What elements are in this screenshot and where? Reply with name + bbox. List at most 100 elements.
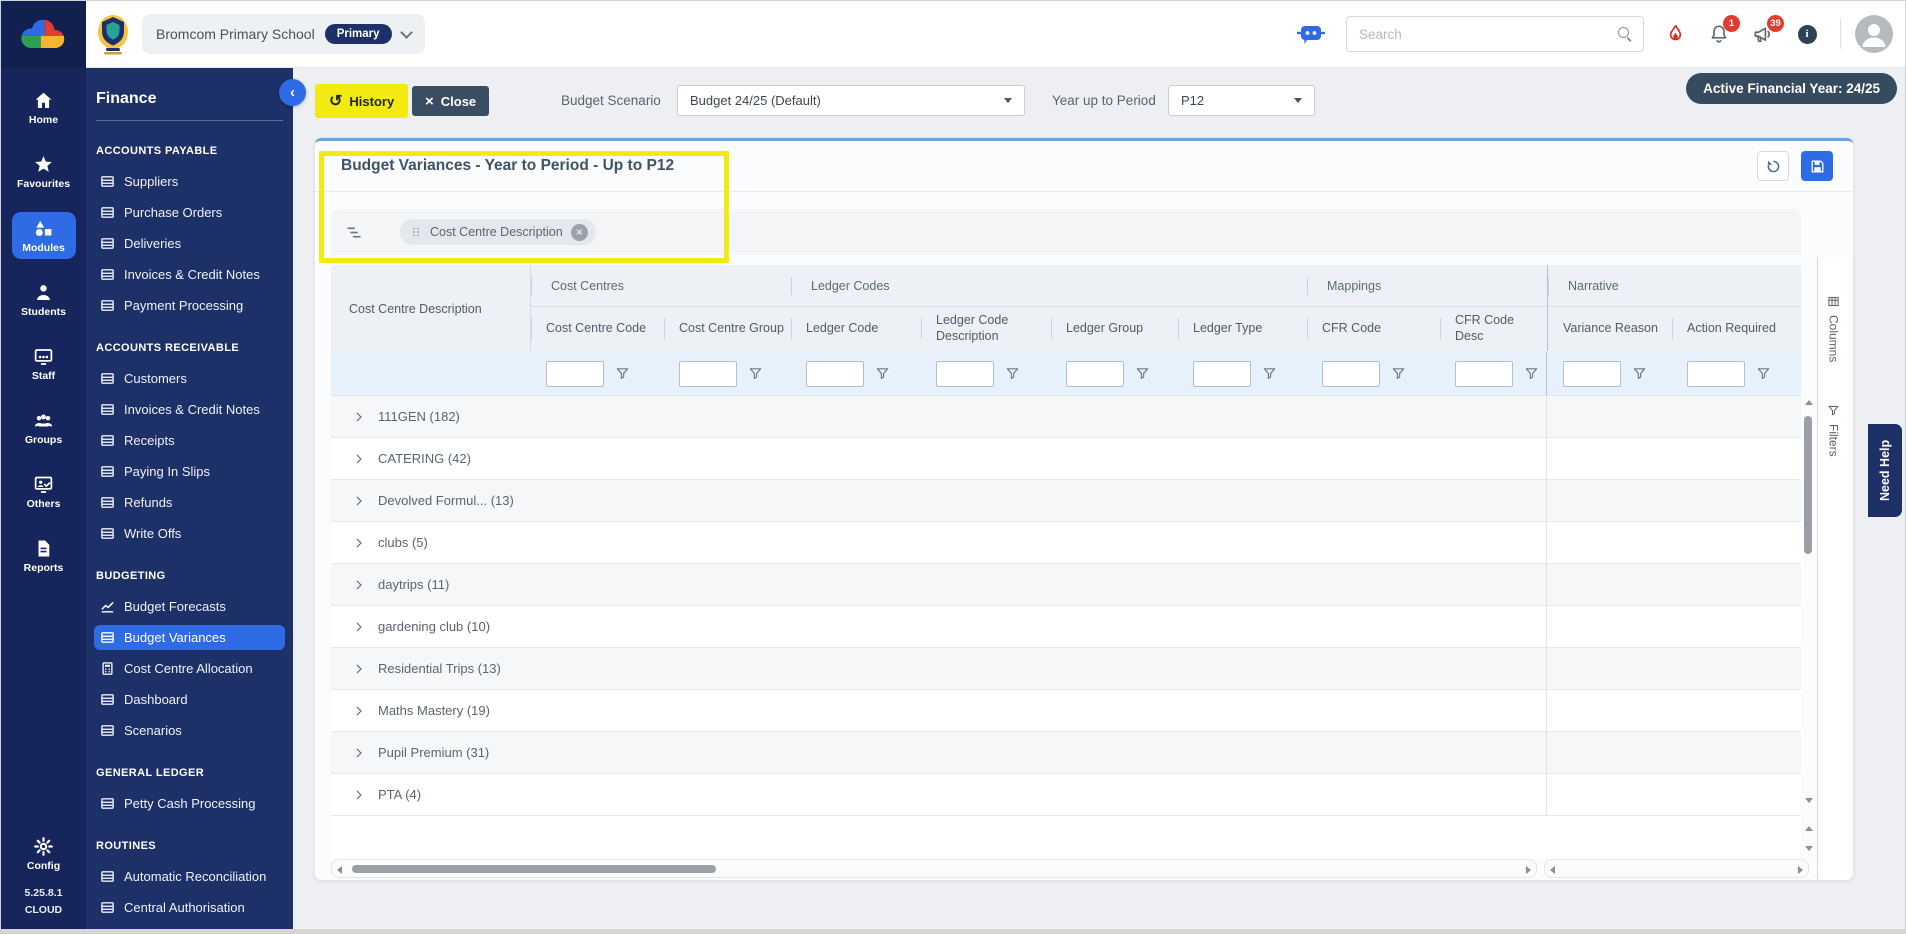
group-row[interactable]: 111GEN (182) xyxy=(331,396,1801,438)
rail-item[interactable]: Others xyxy=(12,468,76,515)
expand-chevron-icon[interactable] xyxy=(353,705,365,717)
announcements-megaphone-icon[interactable]: 39 xyxy=(1750,15,1784,47)
column-header[interactable]: Cost Centre Code xyxy=(531,307,664,351)
column-header[interactable]: CFR Code xyxy=(1307,307,1440,351)
expand-chevron-icon[interactable] xyxy=(353,453,365,465)
column-header[interactable]: Ledger Code Description xyxy=(921,307,1051,351)
filter-icon[interactable] xyxy=(1135,366,1150,381)
column-header[interactable]: CFR Code Desc xyxy=(1440,307,1547,351)
menu-item[interactable]: Dashboard xyxy=(94,687,285,712)
column-filter-input[interactable] xyxy=(1322,360,1380,387)
group-row[interactable]: CATERING (42) xyxy=(331,438,1801,480)
filters-tab[interactable]: Filters xyxy=(1827,404,1841,457)
scrollbar-thumb[interactable] xyxy=(352,865,716,873)
filter-icon[interactable] xyxy=(1524,366,1539,381)
rail-item[interactable]: Reports xyxy=(12,532,76,579)
column-header[interactable]: Variance Reason xyxy=(1547,307,1672,351)
scrollbar-thumb[interactable] xyxy=(1804,416,1812,554)
scroll-left-icon[interactable] xyxy=(1550,866,1555,874)
expand-chevron-icon[interactable] xyxy=(353,789,365,801)
group-chip[interactable]: Cost Centre Description × xyxy=(400,219,596,245)
group-row[interactable]: clubs (5) xyxy=(331,522,1801,564)
filter-icon[interactable] xyxy=(1632,366,1647,381)
filter-icon[interactable] xyxy=(875,366,890,381)
group-row[interactable]: PTA (4) xyxy=(331,774,1801,816)
scroll-left-icon[interactable] xyxy=(337,866,342,874)
scroll-down-icon[interactable] xyxy=(1805,798,1813,803)
pinned-horizontal-scrollbar[interactable] xyxy=(1544,859,1809,878)
rail-item[interactable]: Modules xyxy=(11,212,76,259)
group-row[interactable]: Maths Mastery (19) xyxy=(331,690,1801,732)
column-header[interactable]: Cost Centre Group xyxy=(664,307,791,351)
menu-item[interactable]: Suppliers xyxy=(94,169,285,194)
expand-chevron-icon[interactable] xyxy=(353,495,365,507)
history-button[interactable]: ↺ History xyxy=(315,84,409,118)
columns-tab[interactable]: Columns xyxy=(1827,295,1841,362)
menu-item[interactable]: Budget Variances xyxy=(94,625,285,650)
menu-item[interactable]: Purchase Orders xyxy=(94,200,285,225)
group-row[interactable]: Pupil Premium (31) xyxy=(331,732,1801,774)
group-row[interactable]: gardening club (10) xyxy=(331,606,1801,648)
menu-item[interactable]: Automatic Reconciliation xyxy=(94,864,285,889)
rail-item[interactable]: Groups xyxy=(12,404,76,451)
group-row[interactable]: Residential Trips (13) xyxy=(331,648,1801,690)
assistant-bot-icon[interactable] xyxy=(1296,21,1326,47)
expand-chevron-icon[interactable] xyxy=(353,621,365,633)
group-row[interactable]: daytrips (11) xyxy=(331,564,1801,606)
expand-chevron-icon[interactable] xyxy=(353,537,365,549)
rail-item-config[interactable]: Config xyxy=(12,830,76,877)
collapse-sidebar-button[interactable]: ‹ xyxy=(279,79,306,106)
column-header[interactable]: Ledger Group xyxy=(1051,307,1178,351)
scroll-right-icon[interactable] xyxy=(1526,866,1531,874)
budget-scenario-select[interactable]: Budget 24/25 (Default) xyxy=(677,85,1025,116)
column-filter-input[interactable] xyxy=(936,360,994,387)
refresh-button[interactable] xyxy=(1757,151,1789,181)
column-filter-input[interactable] xyxy=(1563,360,1621,387)
rail-item[interactable]: Favourites xyxy=(12,148,76,195)
column-header[interactable]: Ledger Code xyxy=(791,307,921,351)
group-row[interactable]: Devolved Formul... (13) xyxy=(331,480,1801,522)
column-filter-input[interactable] xyxy=(1193,360,1251,387)
school-selector[interactable]: Bromcom Primary School Primary xyxy=(142,14,425,54)
filter-icon[interactable] xyxy=(1005,366,1020,381)
notifications-bell-icon[interactable]: 1 xyxy=(1706,15,1740,47)
menu-item[interactable]: Petty Cash Processing xyxy=(94,791,285,816)
info-icon[interactable]: i xyxy=(1794,21,1820,47)
scroll-up-icon[interactable] xyxy=(1805,400,1813,405)
search-input[interactable] xyxy=(1357,25,1617,43)
pinned-column-header[interactable]: Cost Centre Description xyxy=(331,265,530,352)
column-header[interactable]: Action Required xyxy=(1672,307,1801,351)
menu-item[interactable]: Budget Forecasts xyxy=(94,594,285,619)
vertical-scrollbar[interactable] xyxy=(1801,396,1817,886)
menu-item[interactable]: Refunds xyxy=(94,490,285,515)
user-avatar[interactable] xyxy=(1855,15,1893,53)
menu-item[interactable]: Scenarios xyxy=(94,718,285,743)
filter-icon[interactable] xyxy=(748,366,763,381)
column-filter-input[interactable] xyxy=(1066,360,1124,387)
close-button[interactable]: × Close xyxy=(412,86,490,116)
filter-icon[interactable] xyxy=(1262,366,1277,381)
menu-item[interactable]: Invoices & Credit Notes xyxy=(94,262,285,287)
expand-chevron-icon[interactable] xyxy=(353,747,365,759)
save-button[interactable] xyxy=(1801,151,1833,181)
filter-icon[interactable] xyxy=(1756,366,1771,381)
remove-group-icon[interactable]: × xyxy=(570,223,588,241)
column-filter-input[interactable] xyxy=(1455,360,1513,387)
menu-item[interactable]: Deliveries xyxy=(94,231,285,256)
column-filter-input[interactable] xyxy=(806,360,864,387)
menu-item[interactable]: Write Offs xyxy=(94,521,285,546)
search-icon[interactable] xyxy=(1617,26,1633,42)
menu-item[interactable]: Cost Centre Allocation xyxy=(94,656,285,681)
bromcom-cloud-logo[interactable] xyxy=(1,1,86,68)
horizontal-scrollbar[interactable] xyxy=(331,859,1537,878)
expand-chevron-icon[interactable] xyxy=(353,411,365,423)
menu-item[interactable]: Paying In Slips xyxy=(94,459,285,484)
scroll-up-icon[interactable] xyxy=(1805,826,1813,831)
period-select[interactable]: P12 xyxy=(1168,85,1315,116)
menu-item[interactable]: Central Authorisation xyxy=(94,895,285,920)
menu-item[interactable]: Customers xyxy=(94,366,285,391)
menu-item[interactable]: Invoices & Credit Notes xyxy=(94,397,285,422)
column-filter-input[interactable] xyxy=(546,360,604,387)
expand-chevron-icon[interactable] xyxy=(353,663,365,675)
scroll-down-icon[interactable] xyxy=(1805,846,1813,851)
